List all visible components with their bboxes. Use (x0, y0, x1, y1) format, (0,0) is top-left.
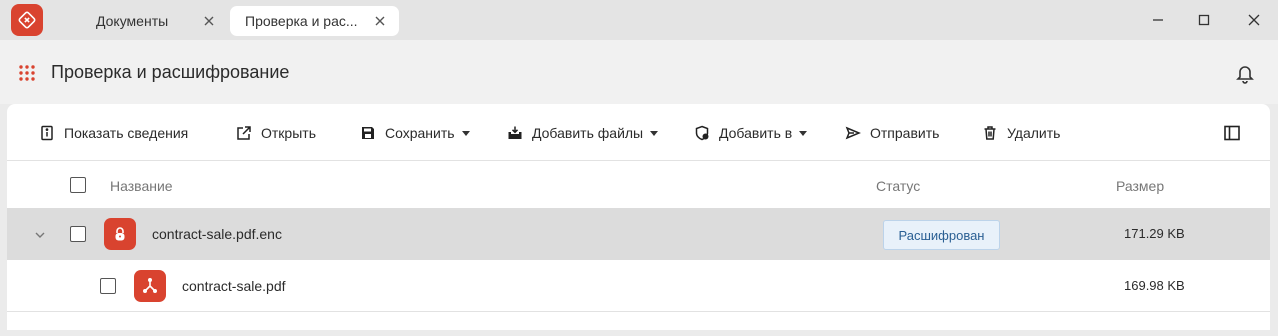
send-label: Отправить (870, 125, 940, 141)
page-title: Проверка и расшифрование (51, 62, 290, 82)
column-status-header[interactable]: Статус (876, 178, 920, 194)
info-doc-icon (39, 125, 55, 141)
pdf-file-icon (134, 270, 166, 302)
chevron-down-icon (650, 130, 659, 136)
row-checkbox[interactable] (70, 226, 86, 242)
chevron-down-icon[interactable] (33, 228, 47, 242)
send-icon (845, 125, 861, 141)
close-icon[interactable] (202, 14, 216, 28)
tab-verify-decrypt[interactable]: Проверка и рас... (230, 6, 399, 36)
tray-download-icon (507, 125, 523, 141)
show-info-label: Показать сведения (64, 125, 189, 141)
trash-icon (982, 125, 998, 141)
file-size: 171.29 KB (1124, 226, 1185, 241)
save-button[interactable]: Сохранить (360, 122, 470, 144)
shield-add-icon (694, 125, 710, 141)
panel-layout-icon[interactable] (1223, 124, 1241, 142)
tab-documents[interactable]: Документы (58, 6, 228, 36)
app-logo-icon[interactable] (11, 4, 43, 36)
add-to-label: Добавить в (719, 125, 793, 141)
save-label: Сохранить (385, 125, 455, 141)
close-icon[interactable] (373, 14, 387, 28)
column-name-header[interactable]: Название (110, 178, 173, 194)
chevron-down-icon (799, 130, 808, 136)
tab-verify-decrypt-label: Проверка и рас... (245, 13, 358, 29)
maximize-button[interactable] (1192, 8, 1216, 32)
delete-button[interactable]: Удалить (982, 122, 1060, 144)
select-all-checkbox[interactable] (70, 177, 86, 193)
main-panel: Показать сведения Открыть Сохранить Доба… (7, 104, 1270, 330)
bell-icon[interactable] (1234, 62, 1256, 84)
minimize-button[interactable] (1146, 8, 1170, 32)
title-bar: Документы Проверка и рас... (0, 0, 1278, 40)
open-label: Открыть (261, 125, 316, 141)
file-size: 169.98 KB (1124, 278, 1185, 293)
table-header: Название Статус Размер (7, 161, 1270, 208)
file-name: contract-sale.pdf.enc (152, 226, 282, 242)
add-files-label: Добавить файлы (532, 125, 644, 141)
status-badge: Расшифрован (883, 220, 1000, 250)
floppy-disk-icon (360, 125, 376, 141)
open-external-icon (236, 125, 252, 141)
delete-label: Удалить (1007, 125, 1061, 141)
apps-grid-icon[interactable] (18, 64, 36, 82)
add-to-button[interactable]: Добавить в (694, 122, 808, 144)
lock-file-icon (104, 218, 136, 250)
add-files-button[interactable]: Добавить файлы (507, 122, 659, 144)
chevron-down-icon (461, 130, 470, 136)
toolbar: Показать сведения Открыть Сохранить Доба… (7, 104, 1270, 161)
row-checkbox[interactable] (100, 278, 116, 294)
file-name: contract-sale.pdf (182, 278, 286, 294)
page-header: Проверка и расшифрование (0, 40, 1278, 104)
column-size-header[interactable]: Размер (1116, 178, 1164, 194)
show-info-button[interactable]: Показать сведения (39, 122, 188, 144)
open-button[interactable]: Открыть (236, 122, 316, 144)
close-window-button[interactable] (1242, 8, 1266, 32)
table-row[interactable]: contract-sale.pdf.enc Расшифрован 171.29… (7, 208, 1270, 260)
table-row[interactable]: contract-sale.pdf 169.98 KB (7, 260, 1270, 312)
send-button[interactable]: Отправить (845, 122, 939, 144)
tab-documents-label: Документы (96, 13, 169, 29)
